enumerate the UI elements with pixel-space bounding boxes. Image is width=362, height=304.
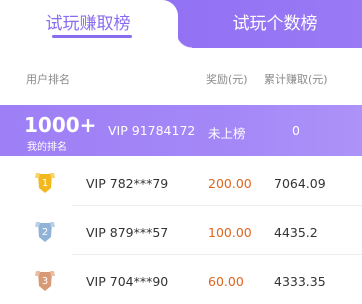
medal-number: 2 (42, 227, 48, 238)
row-username: VIP 879***57 (86, 225, 169, 240)
header-user-rank: 用户排名 (26, 73, 70, 86)
table-header: 用户排名 奖励(元) 累计赚取(元) (0, 68, 362, 88)
row-username: VIP 704***90 (86, 274, 169, 289)
gold-medal-icon: 1 (35, 173, 55, 193)
silver-medal-icon: 2 (35, 222, 55, 242)
row-divider (72, 254, 362, 255)
tab-count-ranking[interactable]: 试玩个数榜 (188, 9, 362, 34)
row-total: 7064.09 (274, 176, 326, 191)
row-divider (72, 205, 362, 206)
medal-number: 3 (42, 276, 48, 287)
header-reward: 奖励(元) (206, 73, 248, 86)
row-reward: 60.00 (208, 274, 244, 289)
my-total: 0 (292, 123, 300, 138)
row-total: 4333.35 (274, 274, 326, 289)
tab-earnings-ranking[interactable]: 试玩赚取榜 (0, 0, 192, 48)
header-total: 累计赚取(元) (264, 73, 328, 86)
row-total: 4435.2 (274, 225, 318, 240)
row-reward: 200.00 (208, 176, 252, 191)
my-reward: 未上榜 (208, 126, 246, 141)
my-username: VIP 91784172 (108, 123, 196, 138)
row-reward: 100.00 (208, 225, 252, 240)
my-rank-value: 1000+ (24, 113, 97, 137)
tab-earnings-ranking-label: 试玩赚取榜 (45, 14, 131, 34)
active-tab-indicator (52, 35, 132, 38)
table-row[interactable]: 3 VIP 704***90 60.00 4333.35 (0, 256, 362, 304)
row-username: VIP 782***79 (86, 176, 169, 191)
my-rank-label: 我的排名 (27, 142, 67, 153)
table-row[interactable]: 1 VIP 782***79 200.00 7064.09 (0, 158, 362, 206)
tab-bar: 试玩赚取榜 试玩个数榜 (0, 0, 362, 48)
medal-number: 1 (42, 178, 48, 189)
my-rank-row: 1000+ 我的排名 VIP 91784172 未上榜 0 (0, 105, 362, 156)
table-row[interactable]: 2 VIP 879***57 100.00 4435.2 (0, 207, 362, 255)
bronze-medal-icon: 3 (35, 271, 55, 291)
